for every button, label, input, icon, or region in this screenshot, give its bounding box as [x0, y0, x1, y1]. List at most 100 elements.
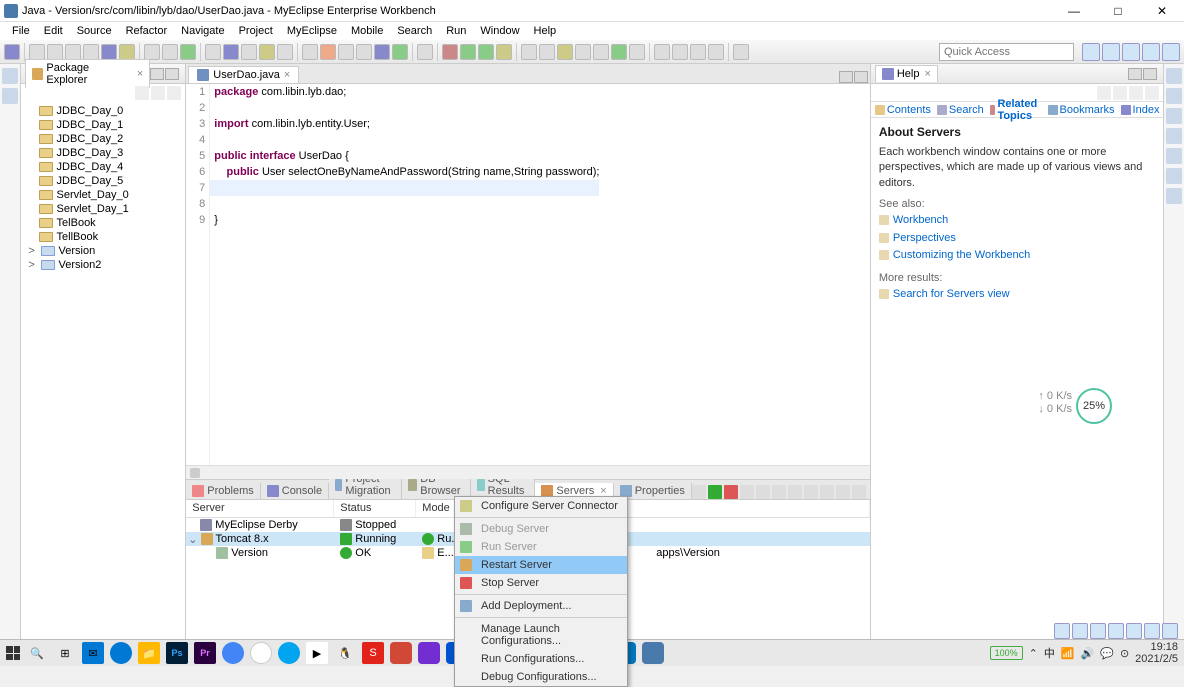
tool-button[interactable]	[302, 44, 318, 60]
maximize-button[interactable]: □	[1104, 4, 1132, 18]
tool-button[interactable]	[65, 44, 81, 60]
maximize-view-button[interactable]	[852, 485, 866, 499]
tray-ime-icon[interactable]: ㆗	[1044, 645, 1055, 661]
tab-problems[interactable]: Problems	[186, 483, 260, 499]
tray-icon[interactable]: 💬	[1100, 647, 1114, 660]
tray-volume-icon[interactable]: 🔊	[1081, 647, 1095, 660]
server-tool-button[interactable]	[804, 485, 818, 499]
tool-button[interactable]	[320, 44, 336, 60]
ctx-stop-server[interactable]: Stop Server	[455, 574, 627, 592]
server-tool-button[interactable]	[756, 485, 770, 499]
taskbar-photoshop[interactable]: Ps	[166, 642, 188, 664]
tray-network-icon[interactable]: 📶	[1061, 647, 1075, 660]
col-status[interactable]: Status	[334, 500, 416, 517]
tree-item-version2[interactable]: >Version2	[25, 258, 182, 272]
ctx-run-server[interactable]: Run Server	[455, 538, 627, 556]
tool-button[interactable]	[356, 44, 372, 60]
tool-button[interactable]	[672, 44, 688, 60]
tree-item-jdbc_day_2[interactable]: JDBC_Day_2	[25, 132, 182, 146]
new-button[interactable]	[4, 44, 20, 60]
tool-button[interactable]	[478, 44, 494, 60]
tab-help[interactable]: Help ×	[875, 65, 938, 82]
help-link-contents[interactable]: Contents	[875, 104, 931, 116]
tree-item-jdbc_day_1[interactable]: JDBC_Day_1	[25, 118, 182, 132]
close-button[interactable]: ✕	[1148, 4, 1176, 18]
status-button[interactable]	[1072, 623, 1088, 639]
help-link-workbench[interactable]: Workbench	[879, 212, 1156, 229]
menu-edit[interactable]: Edit	[38, 24, 69, 38]
col-server[interactable]: Server	[186, 500, 334, 517]
tool-button[interactable]	[223, 44, 239, 60]
tool-button[interactable]	[180, 44, 196, 60]
tree-item-servlet_day_0[interactable]: Servlet_Day_0	[25, 188, 182, 202]
stop-server-button[interactable]	[724, 485, 738, 499]
minimize-view-button[interactable]	[150, 68, 164, 80]
status-button[interactable]	[1162, 623, 1178, 639]
tab-console[interactable]: Console	[261, 483, 329, 499]
run-button[interactable]	[460, 44, 476, 60]
sidebar-icon[interactable]	[2, 68, 18, 84]
back-button[interactable]	[690, 44, 706, 60]
collapse-all-button[interactable]	[135, 86, 149, 100]
sidebar-icon[interactable]	[1166, 128, 1182, 144]
menu-source[interactable]: Source	[71, 24, 118, 38]
tree-item-telbook[interactable]: TelBook	[25, 216, 182, 230]
help-tool-button[interactable]	[1145, 86, 1159, 100]
menu-myeclipse[interactable]: MyEclipse	[281, 24, 343, 38]
ctx-manage-launch[interactable]: Manage Launch Configurations...	[455, 620, 627, 650]
perspective-button[interactable]	[1162, 43, 1180, 61]
taskbar-edge[interactable]	[110, 642, 132, 664]
debug-button[interactable]	[442, 44, 458, 60]
tool-button[interactable]	[496, 44, 512, 60]
tool-button[interactable]	[101, 44, 117, 60]
tool-button[interactable]	[654, 44, 670, 60]
menu-project[interactable]: Project	[233, 24, 279, 38]
project-tree[interactable]: JDBC_Day_0JDBC_Day_1JDBC_Day_2JDBC_Day_3…	[21, 102, 186, 659]
tool-button[interactable]	[557, 44, 573, 60]
help-link-bookmarks[interactable]: Bookmarks	[1048, 104, 1115, 116]
tree-item-jdbc_day_3[interactable]: JDBC_Day_3	[25, 146, 182, 160]
status-button[interactable]	[1108, 623, 1124, 639]
minimize-view-button[interactable]	[836, 485, 850, 499]
tool-button[interactable]	[83, 44, 99, 60]
server-tool-button[interactable]	[772, 485, 786, 499]
status-button[interactable]	[1054, 623, 1070, 639]
tool-button[interactable]	[575, 44, 591, 60]
help-link-search-servers[interactable]: Search for Servers view	[879, 286, 1156, 303]
status-button[interactable]	[1144, 623, 1160, 639]
horizontal-scrollbar[interactable]	[186, 465, 870, 479]
run-server-button[interactable]	[708, 485, 722, 499]
tool-button[interactable]	[593, 44, 609, 60]
tree-item-tellbook[interactable]: TellBook	[25, 230, 182, 244]
code-editor[interactable]: 123456789 package com.libin.lyb.dao; imp…	[186, 84, 870, 465]
status-button[interactable]	[1090, 623, 1106, 639]
taskbar-app[interactable]: ▶	[306, 642, 328, 664]
tool-button[interactable]	[539, 44, 555, 60]
menu-file[interactable]: File	[6, 24, 36, 38]
taskbar-app[interactable]	[222, 642, 244, 664]
minimize-editor-button[interactable]	[839, 71, 853, 83]
taskbar-app[interactable]: S	[362, 642, 384, 664]
menu-run[interactable]: Run	[440, 24, 472, 38]
sidebar-icon[interactable]	[1166, 108, 1182, 124]
perspective-button[interactable]	[1122, 43, 1140, 61]
tree-item-jdbc_day_0[interactable]: JDBC_Day_0	[25, 104, 182, 118]
tool-button[interactable]	[374, 44, 390, 60]
save-button[interactable]	[29, 44, 45, 60]
help-link-search[interactable]: Search	[937, 104, 984, 116]
close-icon[interactable]: ×	[924, 68, 930, 80]
taskbar-app[interactable]	[418, 642, 440, 664]
status-button[interactable]	[1126, 623, 1142, 639]
link-editor-button[interactable]	[151, 86, 165, 100]
taskbar-app[interactable]	[250, 642, 272, 664]
sidebar-icon[interactable]	[1166, 148, 1182, 164]
menu-navigate[interactable]: Navigate	[175, 24, 230, 38]
perspective-java[interactable]	[1102, 43, 1120, 61]
menu-mobile[interactable]: Mobile	[345, 24, 389, 38]
tool-button[interactable]	[162, 44, 178, 60]
code-content[interactable]: package com.libin.lyb.dao; import com.li…	[210, 84, 599, 465]
save-all-button[interactable]	[47, 44, 63, 60]
server-tool-button[interactable]	[820, 485, 834, 499]
menu-search[interactable]: Search	[391, 24, 438, 38]
tool-button[interactable]	[392, 44, 408, 60]
